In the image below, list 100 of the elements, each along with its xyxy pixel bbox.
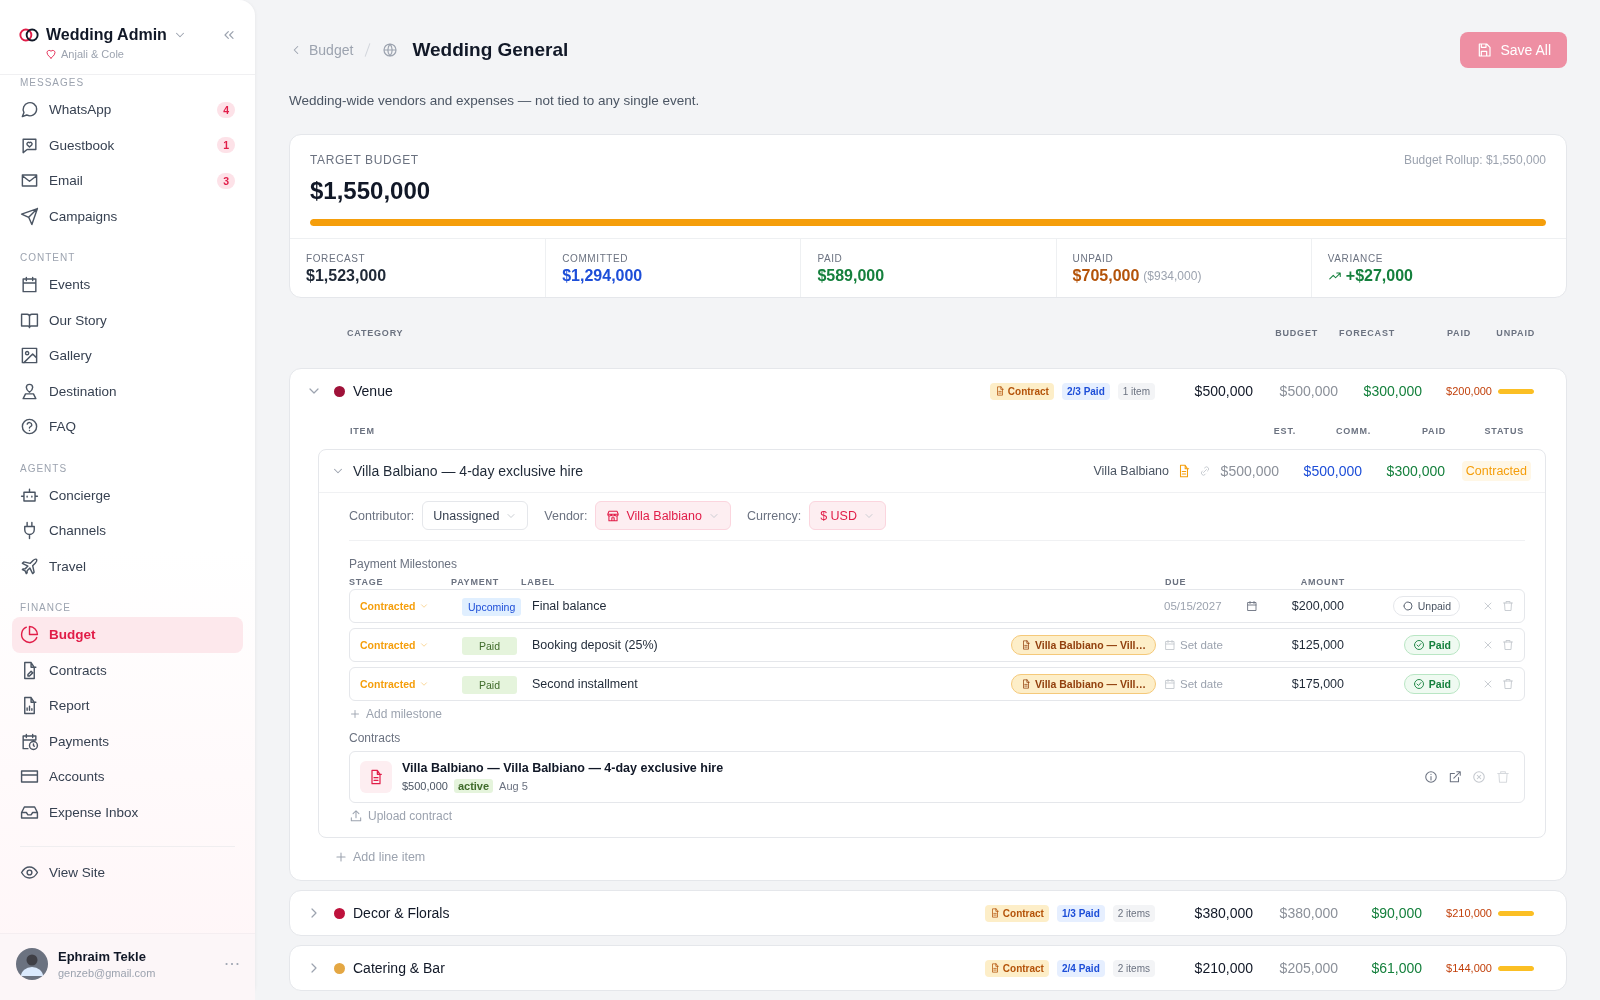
section-title: CONTENT <box>19 251 77 265</box>
nav-item[interactable]: Channels <box>12 513 243 549</box>
chevron-down-icon <box>419 679 430 689</box>
trash-icon[interactable] <box>1502 639 1514 651</box>
nav-item[interactable]: Gallery <box>12 338 243 374</box>
user-email: genzeb@gmail.com <box>58 967 157 979</box>
nav-item[interactable]: Events <box>12 267 243 303</box>
vendor-name: Villa Balbiano <box>1093 464 1169 478</box>
amount: $125,000 <box>1290 638 1344 652</box>
pie-chart-icon <box>20 625 39 645</box>
select-field[interactable]: Villa Balbiano <box>595 501 731 530</box>
forecast-amount: $205,000 <box>1278 960 1338 976</box>
nav-item[interactable]: Contracts <box>12 652 243 688</box>
app-name[interactable]: Wedding Admin <box>46 26 167 44</box>
nav-item[interactable]: Payments <box>12 723 243 759</box>
robot-icon <box>20 485 39 505</box>
count-badge: 4 <box>217 101 235 118</box>
committed-amount: $500,000 <box>1302 463 1362 479</box>
date-field[interactable]: Set date <box>1180 678 1258 690</box>
count-badge: 1 <box>217 137 235 154</box>
date-field[interactable]: Set date <box>1180 639 1258 651</box>
close-icon[interactable] <box>1482 678 1494 690</box>
section-title: Payment Milestones <box>349 557 459 571</box>
stat-label: COMMITTED <box>562 253 630 264</box>
heart-message-icon <box>20 135 39 155</box>
line-item-title: Villa Balbiano — 4-day exclusive hire <box>353 463 584 479</box>
payment-status-button[interactable]: Paid <box>1403 635 1460 655</box>
section-title: AGENTS <box>19 461 69 476</box>
nav-item[interactable]: Accounts <box>12 759 243 795</box>
forecast-amount: $380,000 <box>1278 905 1338 921</box>
select-field[interactable]: $ USD <box>809 501 886 530</box>
map-pin-icon <box>20 381 39 401</box>
heart-icon <box>45 48 57 60</box>
column-header: PAID <box>1420 426 1446 436</box>
link-icon <box>1199 465 1211 477</box>
nav-item[interactable]: FAQ <box>12 409 243 445</box>
contract-chip[interactable]: Villa Balbiano — Vill… <box>1010 635 1156 655</box>
book-icon <box>20 310 39 330</box>
contract-chip[interactable]: Villa Balbiano — Vill… <box>1010 674 1156 694</box>
payment-status-button[interactable]: Unpaid <box>1392 596 1460 616</box>
close-icon[interactable] <box>1482 600 1494 612</box>
paid-amount: $300,000 <box>1362 383 1422 399</box>
chat-bubble-icon <box>20 100 39 120</box>
column-header: DUE <box>1165 577 1188 587</box>
trash-icon[interactable] <box>1496 770 1510 784</box>
stat-label: PAID <box>817 253 844 264</box>
file-icon <box>989 908 1000 918</box>
file-icon <box>1020 679 1031 689</box>
count-badge: 3 <box>217 172 235 189</box>
column-header: LABEL <box>521 577 555 587</box>
more-icon[interactable] <box>225 962 239 966</box>
file-icon <box>994 386 1005 396</box>
field-label: Contributor: <box>349 508 415 523</box>
nav-item[interactable]: Travel <box>12 548 243 584</box>
nav-item[interactable]: Report <box>12 688 243 724</box>
unpaid-amount: $144,000 <box>1446 962 1492 974</box>
plus-icon <box>334 850 348 864</box>
paper-plane-icon <box>20 206 39 226</box>
unpaid-amount: $200,000 <box>1446 385 1492 397</box>
paid-amount: $61,000 <box>1370 960 1422 976</box>
payment-tag: Upcoming <box>462 597 522 616</box>
category-name: Decor & Florals <box>353 905 450 921</box>
contract-tag: Contract <box>984 904 1049 922</box>
column-header: PAID <box>1445 328 1471 338</box>
info-icon[interactable] <box>1424 770 1438 784</box>
external-link-icon[interactable] <box>1448 770 1462 784</box>
file-icon <box>1020 640 1031 650</box>
nav-item[interactable]: Our Story <box>12 302 243 338</box>
field-label: Currency: <box>746 508 802 523</box>
nav-item[interactable]: Email 3 <box>12 163 243 199</box>
column-header: ITEM <box>350 426 375 436</box>
paid-amount: $90,000 <box>1370 905 1422 921</box>
nav-item[interactable]: Concierge <box>12 477 243 513</box>
trash-icon[interactable] <box>1502 600 1514 612</box>
select-field[interactable]: Unassigned <box>422 501 529 530</box>
nav-item[interactable]: Expense Inbox <box>12 794 243 830</box>
nav-item[interactable]: Campaigns <box>12 198 243 234</box>
status-tag: Contracted <box>1461 461 1531 481</box>
budget-amount: $500,000 <box>1193 383 1253 399</box>
column-header: BUDGET <box>1274 328 1318 338</box>
user-name: Ephraim Tekle <box>58 949 147 964</box>
close-icon[interactable] <box>1482 639 1494 651</box>
column-header: STATUS <box>1483 426 1524 436</box>
category-name: Venue <box>353 383 393 399</box>
calendar-icon[interactable] <box>1246 600 1258 612</box>
nav-item[interactable]: Destination <box>12 373 243 409</box>
calendar-clock-icon <box>20 731 39 751</box>
status-tag: active <box>453 779 494 793</box>
nav-item[interactable]: Budget <box>12 617 243 653</box>
nav-item[interactable]: Guestbook 1 <box>12 127 243 163</box>
save-icon <box>1476 42 1493 58</box>
trash-icon[interactable] <box>1502 678 1514 690</box>
airplane-icon <box>20 556 39 576</box>
view-site-link[interactable]: View Site <box>12 855 243 891</box>
amount: $200,000 <box>1290 599 1344 613</box>
nav-item[interactable]: WhatsApp 4 <box>12 92 243 128</box>
item-count: 2 items <box>1112 959 1155 977</box>
stat-label: UNPAID <box>1072 253 1115 264</box>
column-header: PAYMENT <box>451 577 501 587</box>
payment-status-button[interactable]: Paid <box>1403 674 1460 694</box>
